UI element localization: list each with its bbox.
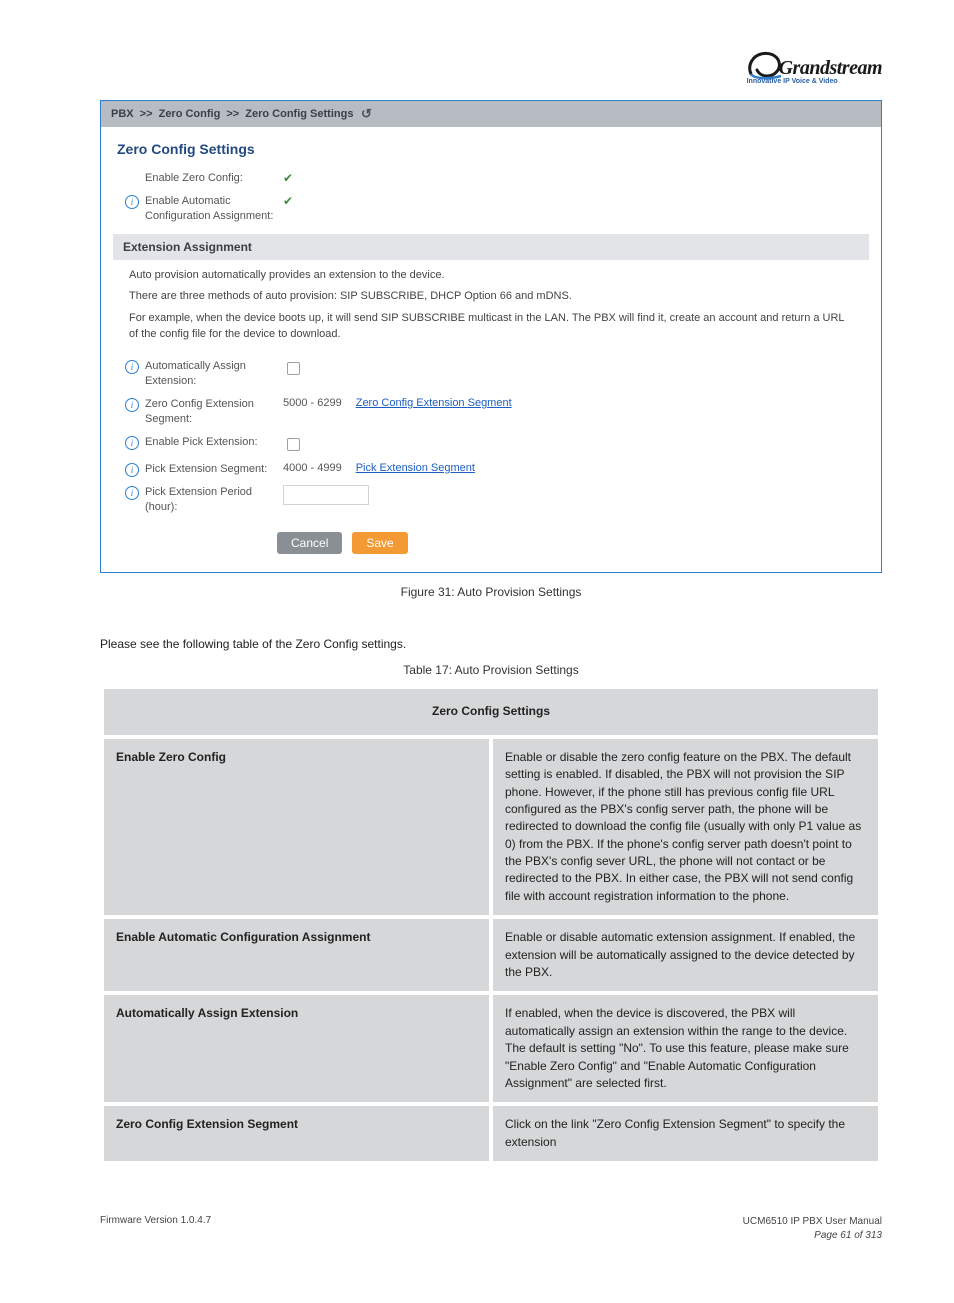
checkbox-auto-assign-ext[interactable] [287,362,300,375]
table-row: Enable Zero Config Enable or disable the… [102,737,880,918]
crumb-settings: Zero Config Settings [245,108,353,120]
cancel-button[interactable]: Cancel [277,532,342,554]
note-line-2: There are three methods of auto provisio… [129,289,853,305]
note-line-1: Auto provision automatically provides an… [129,268,853,284]
row-enable-zero-config: Enable Zero Config: ✔ [101,167,881,190]
check-icon: ✔ [283,194,293,208]
table-cell-right: Click on the link "Zero Config Extension… [491,1104,880,1163]
subheader-extension-assignment: Extension Assignment [113,234,869,260]
table-row: Automatically Assign Extension If enable… [102,993,880,1104]
auto-provision-note: Auto provision automatically provides an… [101,268,881,356]
section-title: Zero Config Settings [101,127,881,167]
crumb-pbx: PBX [111,108,134,120]
table-row: Enable Automatic Configuration Assignmen… [102,917,880,993]
row-zero-seg: i Zero Config Extension Segment: 5000 - … [101,393,881,431]
label-enable-pick: Enable Pick Extension: [139,435,275,450]
brand-logo: Grandstream Innovative IP Voice & Video [100,50,882,86]
table-cell-right: If enabled, when the device is discovere… [491,993,880,1104]
footer-product: UCM6510 IP PBX User Manual [743,1215,882,1229]
table-header: Zero Config Settings [102,687,880,736]
label-enable-auto-conf: Enable Automatic Configuration Assignmen… [139,194,275,224]
info-icon[interactable]: i [125,436,139,450]
pick-seg-link[interactable]: Pick Extension Segment [356,462,475,474]
row-enable-auto-conf: i Enable Automatic Configuration Assignm… [101,190,881,228]
table-cell-right: Enable or disable automatic extension as… [491,917,880,993]
row-auto-assign-ext: i Automatically Assign Extension: [101,355,881,393]
refresh-icon[interactable]: ↻ [361,106,372,122]
label-pick-period: Pick Extension Period (hour): [139,485,275,515]
post-text: Please see the following table of the Ze… [100,635,882,653]
label-pick-seg: Pick Extension Segment: [139,462,275,477]
label-zero-seg: Zero Config Extension Segment: [139,397,275,427]
table-row: Zero Config Extension Segment Click on t… [102,1104,880,1163]
info-icon[interactable]: i [125,398,139,412]
info-icon[interactable]: i [125,195,139,209]
crumb-zero-config: Zero Config [159,108,221,120]
figure-caption: Figure 31: Auto Provision Settings [100,585,882,599]
pick-seg-range: 4000 - 4999 [283,462,342,474]
label-auto-assign-ext: Automatically Assign Extension: [139,359,275,389]
zero-seg-range: 5000 - 6299 [283,397,342,409]
label-enable-zero-config: Enable Zero Config: [139,171,275,186]
info-icon[interactable]: i [125,486,139,500]
note-line-3: For example, when the device boots up, i… [129,311,853,343]
checkbox-enable-pick[interactable] [287,438,300,451]
settings-table: Zero Config Settings Enable Zero Config … [100,685,882,1165]
breadcrumb: PBX >> Zero Config >> Zero Config Settin… [101,101,881,127]
footer-firmware: Firmware Version 1.0.4.7 [100,1215,211,1243]
table-cell-left: Automatically Assign Extension [102,993,491,1104]
info-icon[interactable]: i [125,360,139,374]
zero-config-panel: PBX >> Zero Config >> Zero Config Settin… [100,100,882,573]
table-cell-right: Enable or disable the zero config featur… [491,737,880,918]
row-pick-period: i Pick Extension Period (hour): [101,481,881,519]
row-pick-seg: i Pick Extension Segment: 4000 - 4999 Pi… [101,458,881,481]
table-caption: Table 17: Auto Provision Settings [100,663,882,677]
check-icon: ✔ [283,171,293,185]
table-cell-left: Enable Automatic Configuration Assignmen… [102,917,491,993]
row-enable-pick: i Enable Pick Extension: [101,431,881,458]
save-button[interactable]: Save [352,532,407,554]
table-cell-left: Zero Config Extension Segment [102,1104,491,1163]
button-row: Cancel Save [101,518,881,572]
input-pick-period[interactable] [283,485,369,505]
footer-page: Page 61 of 313 [743,1229,882,1243]
zero-seg-link[interactable]: Zero Config Extension Segment [356,397,512,409]
logo-swoosh-icon [747,50,783,80]
page-footer: Firmware Version 1.0.4.7 UCM6510 IP PBX … [100,1215,882,1243]
info-icon[interactable]: i [125,463,139,477]
table-cell-left: Enable Zero Config [102,737,491,918]
logo-word: Grandstream [779,57,882,80]
